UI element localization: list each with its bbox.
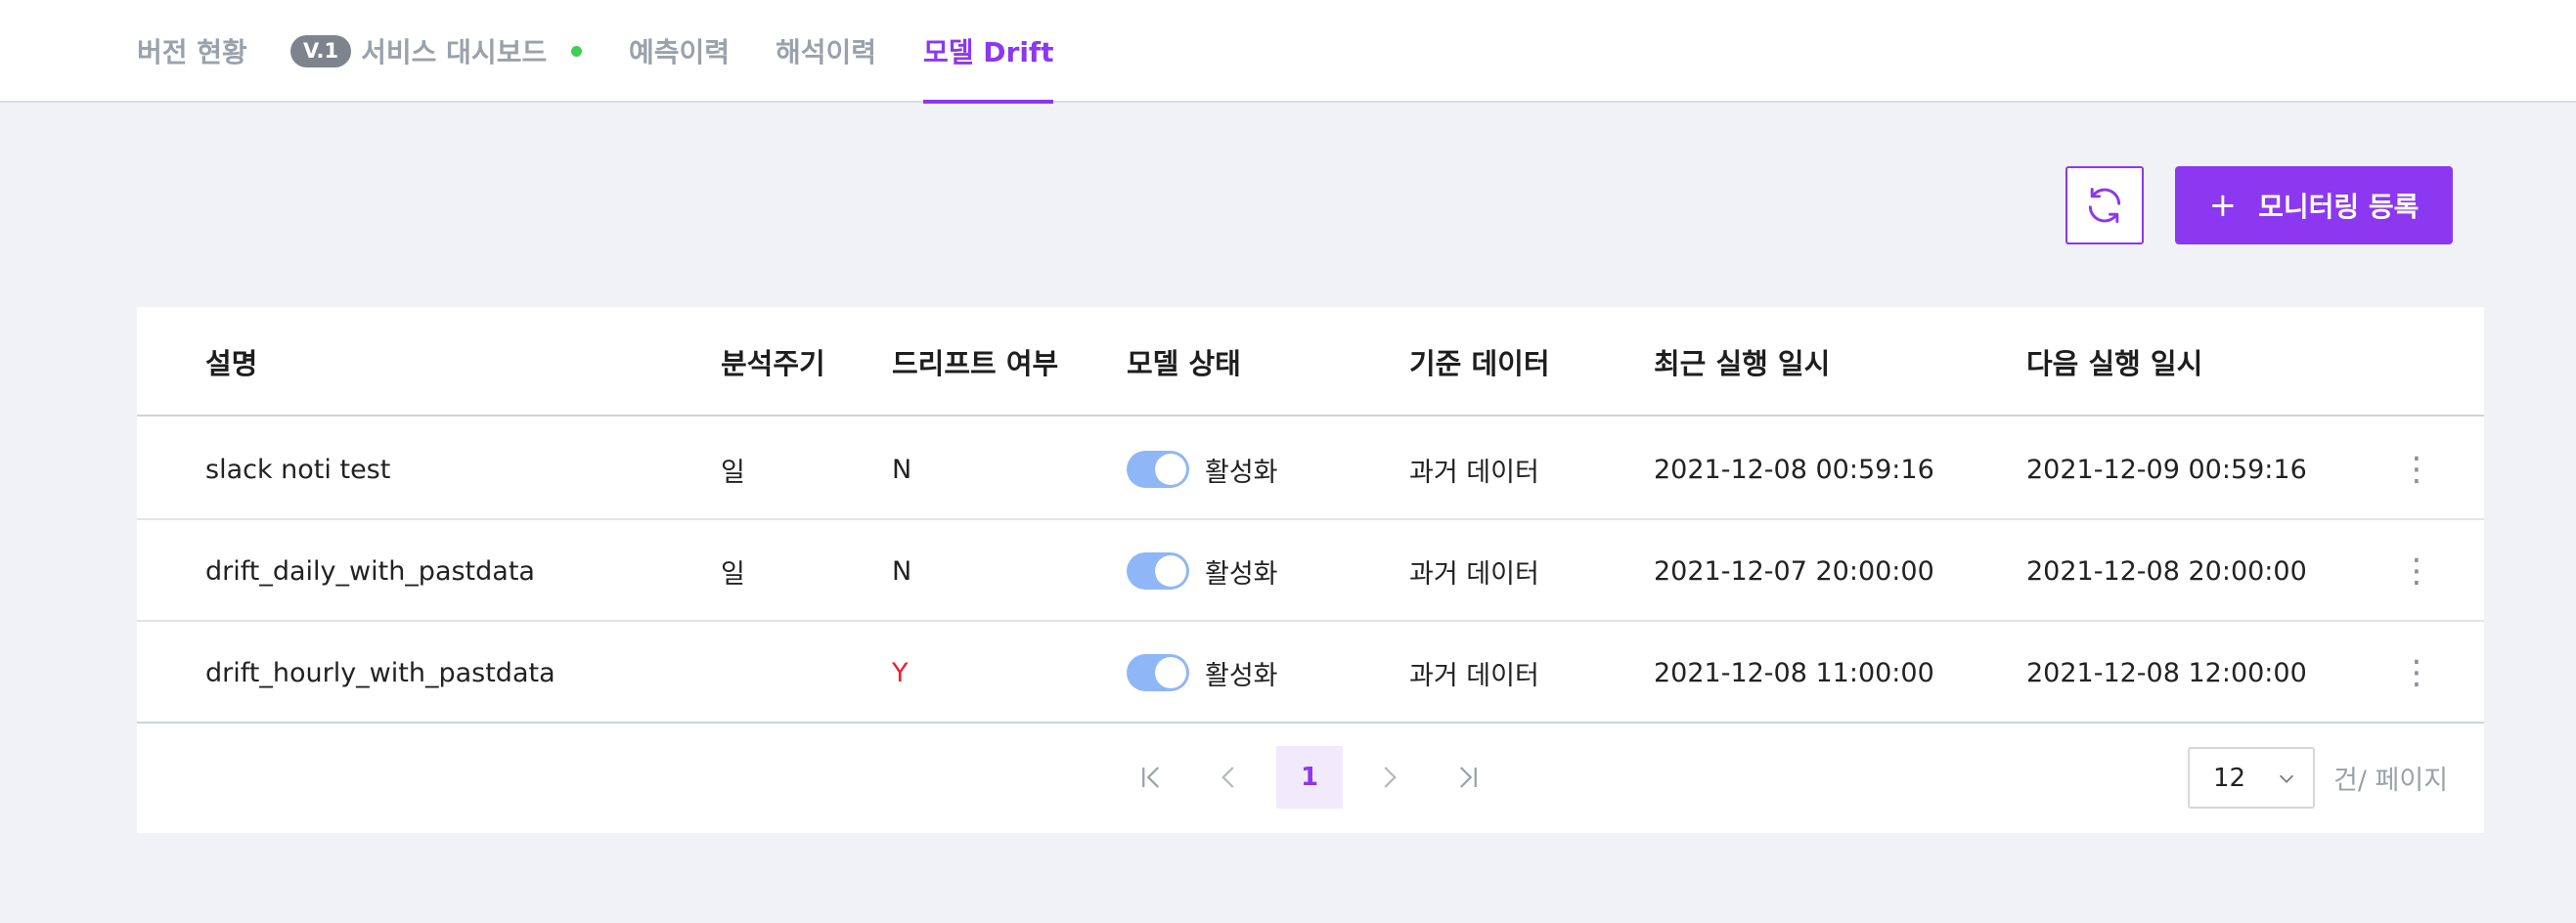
cell-cycle: 일 <box>721 558 745 590</box>
status-label: 활성화 <box>1205 558 1278 590</box>
first-page-button[interactable] <box>1121 746 1183 809</box>
table-row[interactable]: slack noti test 일 N 활성화 과거 데이터 2021-12-0… <box>137 418 2484 520</box>
column-header-next-run: 다음 실행 일시 <box>2026 347 2203 380</box>
column-header-base-data: 기준 데이터 <box>1409 347 1550 380</box>
cell-next-run: 2021-12-08 20:00:00 <box>2026 555 2307 587</box>
cell-base-data: 과거 데이터 <box>1409 457 1539 488</box>
table-row[interactable]: drift_daily_with_pastdata 일 N 활성화 과거 데이터… <box>137 520 2484 622</box>
column-header-last-run: 최근 실행 일시 <box>1654 347 1831 380</box>
cell-last-run: 2021-12-08 00:59:16 <box>1654 454 1934 485</box>
register-button-label: 모니터링 등록 <box>2258 191 2420 223</box>
tab-label: 해석이력 <box>776 36 877 68</box>
refresh-button[interactable] <box>2065 166 2144 244</box>
more-options-icon[interactable]: ⋮ <box>2400 418 2433 520</box>
per-page-value: 12 <box>2213 763 2246 793</box>
column-header-model-status: 모델 상태 <box>1127 347 1241 380</box>
next-page-button[interactable] <box>1357 746 1420 809</box>
cell-description: drift_daily_with_pastdata <box>205 555 535 587</box>
plus-icon: + <box>2208 186 2238 225</box>
cell-base-data: 과거 데이터 <box>1409 660 1539 691</box>
cell-cycle: 일 <box>721 457 745 488</box>
status-toggle[interactable] <box>1127 552 1189 590</box>
refresh-icon <box>2088 188 2121 223</box>
version-badge: V.1 <box>290 34 352 67</box>
status-toggle[interactable] <box>1127 451 1189 488</box>
status-label: 활성화 <box>1205 660 1278 691</box>
column-header-description: 설명 <box>205 347 258 380</box>
cell-next-run: 2021-12-08 12:00:00 <box>2026 657 2307 688</box>
page-number-button[interactable]: 1 <box>1276 746 1343 809</box>
table-row[interactable]: drift_hourly_with_pastdata Y 활성화 과거 데이터 … <box>137 622 2484 724</box>
tab-service-dashboard[interactable]: V.1 서비스 대시보드 <box>290 0 583 102</box>
per-page-select[interactable]: 12 <box>2188 747 2315 809</box>
cell-last-run: 2021-12-07 20:00:00 <box>1654 555 1934 587</box>
tab-version-status[interactable]: 버전 현황 <box>137 0 247 102</box>
cell-drift: Y <box>892 657 909 688</box>
tab-label: 모델 Drift <box>923 36 1054 68</box>
first-page-icon <box>1142 767 1160 788</box>
cell-description: slack noti test <box>205 454 391 485</box>
tab-label: 예측이력 <box>629 36 731 68</box>
tab-label: 버전 현황 <box>137 36 247 68</box>
cell-drift: N <box>892 555 912 587</box>
cell-model-status: 활성화 <box>1127 418 1278 520</box>
chevron-right-icon <box>1384 767 1397 788</box>
status-dot-icon <box>571 45 583 57</box>
last-page-button[interactable] <box>1436 746 1498 809</box>
cell-model-status: 활성화 <box>1127 622 1278 724</box>
chevron-left-icon <box>1221 767 1234 788</box>
more-options-icon[interactable]: ⋮ <box>2400 520 2433 622</box>
tab-prediction-history[interactable]: 예측이력 <box>629 0 730 102</box>
status-label: 활성화 <box>1205 457 1278 488</box>
column-header-cycle: 분석주기 <box>721 347 825 380</box>
cell-base-data: 과거 데이터 <box>1409 558 1539 590</box>
cell-model-status: 활성화 <box>1127 520 1278 622</box>
tab-interpretation-history[interactable]: 해석이력 <box>776 0 876 102</box>
tab-label: 서비스 대시보드 <box>361 36 548 68</box>
register-monitoring-button[interactable]: + 모니터링 등록 <box>2175 166 2453 244</box>
tab-model-drift[interactable]: 모델 Drift <box>923 0 1054 104</box>
prev-page-button[interactable] <box>1198 746 1261 809</box>
cell-drift: N <box>892 454 912 485</box>
top-tab-bar: 버전 현황 V.1 서비스 대시보드 예측이력 해석이력 모델 Drift <box>0 0 2576 104</box>
per-page-label: 건/ 페이지 <box>2333 766 2449 796</box>
chevron-down-icon <box>2279 774 2294 783</box>
last-page-icon <box>1459 767 1477 788</box>
cell-last-run: 2021-12-08 11:00:00 <box>1654 657 1934 688</box>
table-header: 설명 분석주기 드리프트 여부 모델 상태 기준 데이터 최근 실행 일시 다음… <box>137 307 2484 417</box>
column-header-drift: 드리프트 여부 <box>892 347 1059 380</box>
drift-monitoring-table: 설명 분석주기 드리프트 여부 모델 상태 기준 데이터 최근 실행 일시 다음… <box>137 307 2484 833</box>
more-options-icon[interactable]: ⋮ <box>2400 622 2433 724</box>
cell-next-run: 2021-12-09 00:59:16 <box>2026 454 2307 485</box>
cell-description: drift_hourly_with_pastdata <box>205 657 555 688</box>
status-toggle[interactable] <box>1127 654 1189 691</box>
